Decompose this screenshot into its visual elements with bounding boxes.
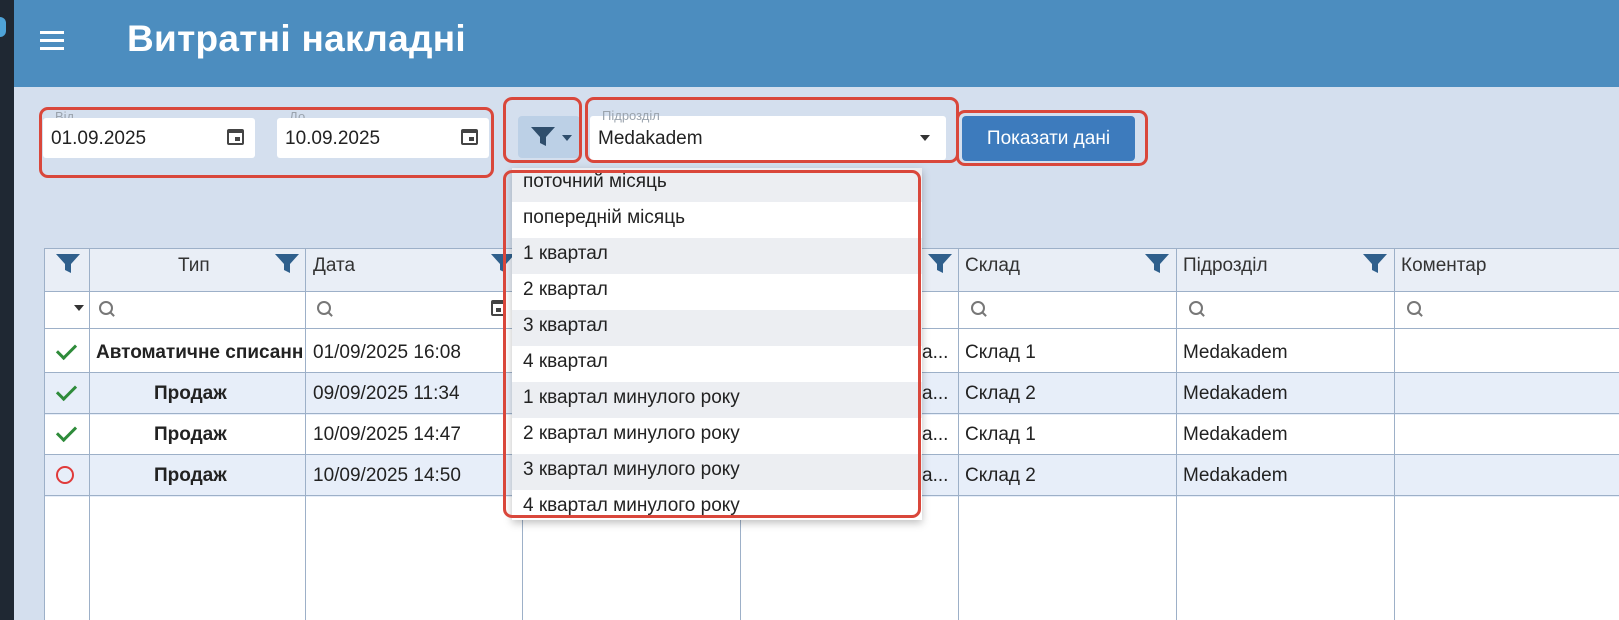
funnel-icon[interactable]: [274, 252, 300, 276]
period-option[interactable]: попередній місяць: [512, 202, 922, 238]
edge-indicator: [0, 17, 6, 37]
period-filter-button[interactable]: [518, 116, 580, 158]
funnel-icon[interactable]: [55, 252, 81, 276]
row-department: Medakadem: [1183, 383, 1288, 404]
row-partial: а...: [922, 424, 949, 445]
period-option[interactable]: 2 квартал: [512, 274, 922, 310]
column-header-warehouse[interactable]: Склад: [965, 255, 1020, 277]
hamburger-menu-icon[interactable]: [40, 29, 64, 51]
row-type: Продаж: [154, 383, 227, 404]
calendar-icon[interactable]: [227, 129, 244, 145]
period-option[interactable]: 4 квартал: [512, 346, 922, 382]
from-date-field[interactable]: 01.09.2025: [43, 118, 255, 158]
status-filter-dropdown[interactable]: [74, 305, 84, 311]
search-icon[interactable]: [1189, 301, 1203, 315]
funnel-icon[interactable]: [1362, 252, 1388, 276]
funnel-icon[interactable]: [1144, 252, 1170, 276]
funnel-icon: [531, 127, 555, 146]
period-option[interactable]: 3 квартал минулого року: [512, 454, 922, 490]
column-header-date[interactable]: Дата: [313, 255, 355, 277]
row-warehouse: Склад 1: [965, 424, 1036, 445]
search-icon[interactable]: [317, 301, 331, 315]
row-partial: а...: [922, 465, 949, 486]
department-label: Підрозділ: [602, 108, 660, 123]
row-department: Medakadem: [1183, 465, 1288, 486]
calendar-icon[interactable]: [461, 129, 478, 145]
period-option[interactable]: 2 квартал минулого року: [512, 418, 922, 454]
left-edge-strip: [0, 0, 14, 620]
search-icon[interactable]: [1407, 301, 1421, 315]
row-warehouse: Склад 1: [965, 342, 1036, 363]
circle-icon: [56, 466, 74, 484]
row-partial: а...: [922, 383, 949, 404]
to-date-value: 10.09.2025: [285, 128, 381, 149]
column-header-department[interactable]: Підрозділ: [1183, 255, 1268, 277]
from-date-value: 01.09.2025: [51, 128, 147, 149]
period-option[interactable]: 4 квартал минулого року: [512, 490, 922, 520]
department-value: Medakadem: [598, 128, 703, 149]
show-data-button[interactable]: Показати дані: [962, 116, 1135, 161]
chevron-down-icon: [562, 135, 572, 141]
funnel-icon[interactable]: [927, 252, 953, 276]
search-icon[interactable]: [971, 301, 985, 315]
row-partial: а...: [922, 342, 949, 363]
period-dropdown-menu: поточний місяць попередній місяць 1 квар…: [512, 168, 922, 520]
department-select[interactable]: Підрозділ Medakadem: [590, 109, 946, 160]
row-date: 10/09/2025 14:50: [313, 465, 461, 486]
row-type: Автоматичне списання: [96, 342, 302, 363]
period-option[interactable]: поточний місяць: [512, 168, 922, 202]
column-header-comment[interactable]: Коментар: [1401, 255, 1486, 277]
row-date: 09/09/2025 11:34: [313, 383, 460, 404]
row-type: Продаж: [154, 424, 227, 445]
chevron-down-icon: [920, 135, 930, 141]
calendar-icon[interactable]: [491, 300, 505, 316]
row-department: Medakadem: [1183, 342, 1288, 363]
period-option[interactable]: 1 квартал: [512, 238, 922, 274]
row-department: Medakadem: [1183, 424, 1288, 445]
period-option[interactable]: 1 квартал минулого року: [512, 382, 922, 418]
row-warehouse: Склад 2: [965, 383, 1036, 404]
to-date-field[interactable]: 10.09.2025: [277, 118, 489, 158]
period-option[interactable]: 3 квартал: [512, 310, 922, 346]
app-header: Витратні накладні: [14, 0, 1619, 87]
page-title: Витратні накладні: [127, 18, 466, 59]
search-icon[interactable]: [99, 301, 113, 315]
row-date: 01/09/2025 16:08: [313, 342, 461, 363]
row-type: Продаж: [154, 465, 227, 486]
row-warehouse: Склад 2: [965, 465, 1036, 486]
column-header-type[interactable]: Тип: [178, 255, 210, 277]
row-date: 10/09/2025 14:47: [313, 424, 461, 445]
